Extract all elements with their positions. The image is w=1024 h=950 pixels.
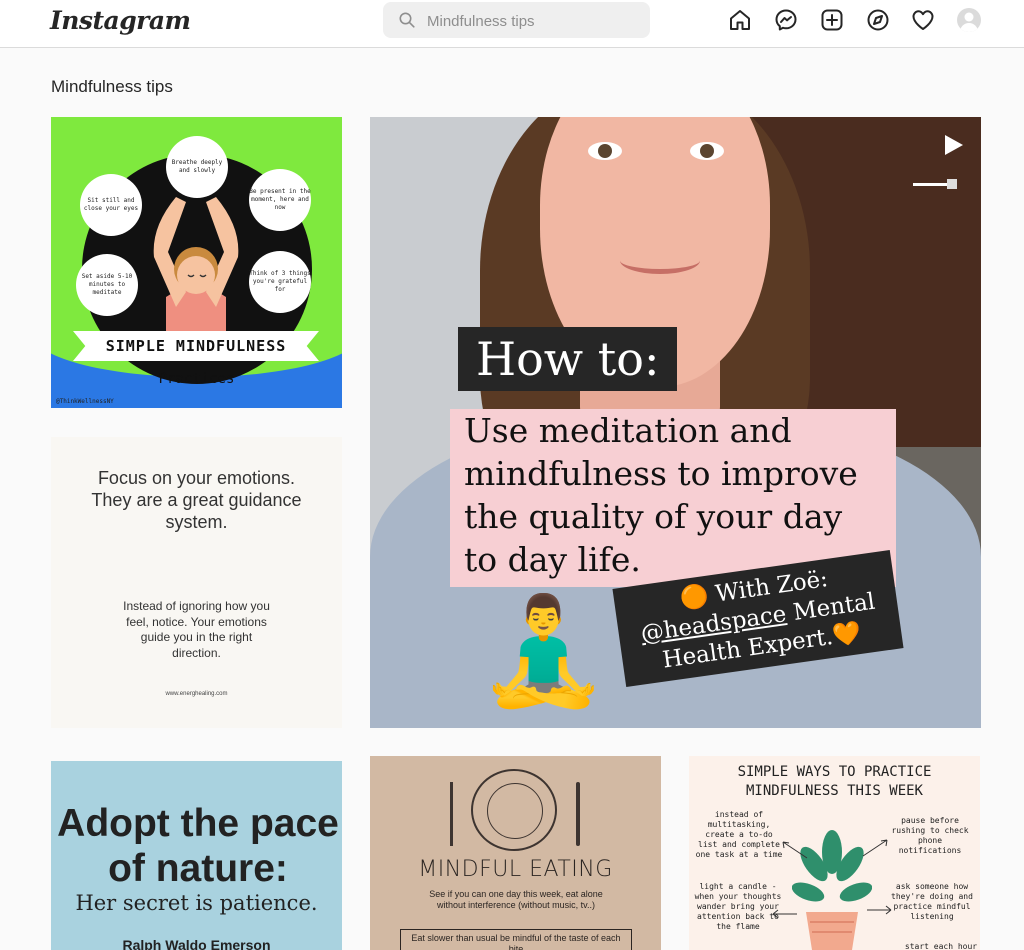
tip-note: instead of multitasking, create a to-do … — [695, 810, 783, 859]
post-video-how-to-meditation[interactable]: How to: Use meditation and mindfulness t… — [370, 117, 981, 728]
meditating-person-emoji: 🧘‍♂️ — [478, 593, 609, 710]
eye — [588, 142, 622, 160]
fork-icon — [450, 782, 453, 846]
search-icon — [399, 12, 415, 33]
search-box[interactable] — [383, 2, 650, 38]
play-icon[interactable] — [942, 134, 964, 161]
post-adopt-pace-of-nature[interactable]: Adopt the pace of nature: Her secret is … — [51, 761, 342, 950]
quote-subtext: Instead of ignoring how you feel, notice… — [123, 599, 270, 660]
arrow-icon — [862, 839, 888, 857]
quote-text: Focus on your emotions. They are a great… — [91, 468, 302, 532]
arrow-icon — [772, 909, 797, 919]
plate-icon — [471, 769, 557, 851]
video-volume-slider[interactable] — [913, 179, 957, 189]
eye — [690, 142, 724, 160]
creator-handle: @ThinkWellnessNY — [56, 398, 114, 405]
page-title: Mindfulness tips — [51, 77, 173, 96]
post-simple-ways-mindfulness[interactable]: SIMPLE WAYS TO PRACTICE MINDFULNESS THIS… — [689, 756, 980, 950]
instagram-logo[interactable]: Instagram — [50, 6, 191, 35]
new-post-icon[interactable] — [820, 8, 844, 32]
home-icon[interactable] — [728, 8, 752, 32]
tip-note: pause before rushing to check phone noti… — [891, 816, 969, 855]
tip-bubble: Set aside 5-10 minutes to meditate — [76, 254, 138, 316]
post-focus-emotions[interactable]: Focus on your emotions. They are a great… — [51, 437, 342, 728]
tip-note: ask someone how they're doing and practi… — [891, 882, 973, 921]
quote-author: Ralph Waldo Emerson — [122, 937, 271, 950]
person-smile — [620, 247, 700, 274]
source-url: www.energhealing.com — [165, 691, 228, 697]
tip-note: light a candle - when your thoughts wand… — [694, 882, 782, 931]
messenger-icon[interactable] — [774, 8, 798, 32]
explore-icon[interactable] — [866, 8, 890, 32]
knife-icon — [576, 782, 580, 846]
tip-bubble: Sit still and close your eyes — [80, 174, 142, 236]
arrow-icon — [782, 841, 808, 859]
activity-heart-icon[interactable] — [911, 8, 935, 32]
tip-bubble: Think of 3 things you're grateful for — [249, 251, 311, 313]
tip-bubble: Breathe deeply and slowly — [166, 136, 228, 198]
top-navigation-bar: Instagram — [0, 0, 1024, 48]
banner-title: SIMPLE MINDFULNESS — [73, 331, 319, 361]
post-description: See if you can one day this week, eat al… — [429, 889, 603, 910]
post-title: SIMPLE WAYS TO PRACTICE MINDFULNESS THIS… — [737, 764, 932, 799]
arrow-icon — [867, 905, 892, 915]
tip-bubble: Be present in the moment, here and now — [249, 169, 311, 231]
post-title: MINDFUL EATING — [418, 857, 613, 882]
post-simple-mindfulness[interactable]: Breathe deeply and slowly Sit still and … — [51, 117, 342, 408]
quote-headline: Adopt the pace of nature: — [57, 802, 339, 890]
video-heading: How to: — [458, 327, 678, 391]
post-mindful-eating[interactable]: MINDFUL EATING See if you can one day th… — [370, 756, 661, 950]
yoga-figure-illustration — [153, 197, 239, 337]
banner-subtitle: Practices — [158, 371, 235, 387]
search-input[interactable] — [425, 10, 639, 32]
avatar[interactable] — [957, 8, 981, 32]
quote-subline: Her secret is patience. — [75, 891, 318, 915]
tip-note: start each hour — [904, 942, 978, 950]
tip-box: Eat slower than usual be mindful of the … — [400, 929, 632, 950]
